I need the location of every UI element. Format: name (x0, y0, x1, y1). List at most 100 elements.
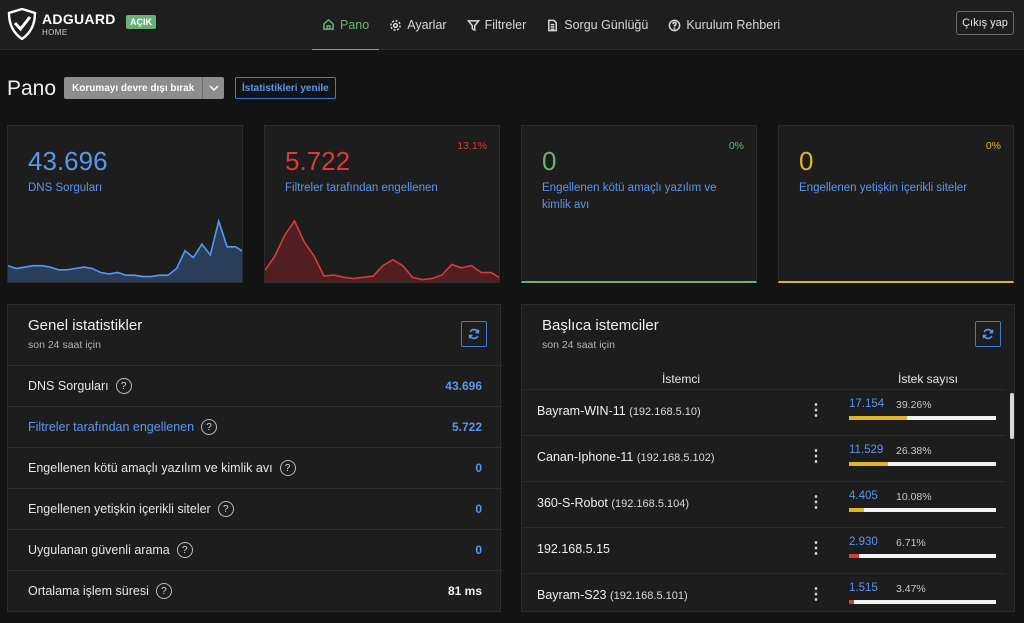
more-options-icon[interactable]: ⋮ (808, 540, 824, 558)
help-icon[interactable]: ? (176, 542, 193, 558)
client-name-text: Bayram-S23 (537, 588, 607, 602)
top-clients-subtitle: son 24 saat için (542, 339, 615, 351)
malware-blocked-card: 0 Engellenen kötü amaçlı yazılım ve kiml… (521, 125, 757, 283)
status-badge: AÇIK (126, 15, 156, 29)
help-icon[interactable]: ? (217, 501, 234, 517)
table-scrollbar[interactable] (1010, 393, 1014, 439)
nav-pano[interactable]: Pano (312, 0, 380, 50)
client-ip: (192.168.5.10) (629, 406, 701, 418)
request-count[interactable]: 4.405 (849, 490, 878, 502)
stat-row-label: Uygulanan güvenli arama (28, 543, 170, 557)
table-row[interactable]: 360-S-Robot (192.168.5.104) ⋮ 4.405 10.0… (522, 481, 1006, 527)
nav-kurulum-rehberi-label: Kurulum Rehberi (686, 18, 781, 32)
stat-row-value[interactable]: 43.696 (445, 379, 482, 393)
top-clients-panel: Başlıca istemciler son 24 saat için İste… (521, 304, 1015, 612)
top-clients-refresh-button[interactable] (975, 321, 1001, 347)
general-stats-title: Genel istatistikler (28, 317, 143, 334)
client-ip: (192.168.5.102) (636, 452, 715, 464)
protection-button-group: Korumayı devre dışı bırak (64, 77, 225, 99)
more-options-icon[interactable]: ⋮ (808, 402, 824, 420)
table-row[interactable]: Bayram-WIN-11 (192.168.5.10) ⋮ 17.154 39… (522, 389, 1006, 435)
nav-filtreler-label: Filtreler (484, 18, 527, 32)
help-icon[interactable]: ? (279, 460, 296, 476)
stat-row-avg-processing: Ortalama işlem süresi ? 81 ms (8, 570, 502, 611)
stat-row-malware: Engellenen kötü amaçlı yazılım ve kimlik… (8, 447, 502, 488)
chevron-down-icon (209, 85, 219, 91)
request-count[interactable]: 2.930 (849, 536, 878, 548)
client-name[interactable]: Bayram-S23 (192.168.5.101) (537, 588, 688, 602)
dns-queries-card: 43.696 DNS Sorguları (7, 125, 243, 283)
malware-percent: 0% (728, 140, 744, 152)
refresh-stats-button[interactable]: İstatistikleri yenile (235, 77, 336, 99)
nav-filtreler[interactable]: Filtreler (457, 0, 537, 50)
request-share-fill (849, 462, 888, 466)
client-ip: (192.168.5.104) (611, 498, 690, 510)
request-share-fill (849, 416, 907, 420)
nav-sorgu-gunlugu-label: Sorgu Günlüğü (564, 18, 649, 32)
column-header-client[interactable]: İstemci (662, 372, 700, 386)
disable-protection-button[interactable]: Korumayı devre dışı bırak (64, 77, 203, 99)
blocked-sparkline-area (265, 221, 499, 282)
logout-button[interactable]: Çıkış yap (956, 11, 1014, 35)
refresh-icon (468, 328, 480, 340)
client-name[interactable]: 192.168.5.15 (537, 542, 610, 556)
more-options-icon[interactable]: ⋮ (808, 448, 824, 466)
nav-ayarlar-label: Ayarlar (407, 18, 447, 32)
more-options-icon[interactable]: ⋮ (808, 586, 824, 604)
stat-row-blocked-filters: Filtreler tarafından engellenen ? 5.722 (8, 406, 502, 447)
request-count[interactable]: 11.529 (849, 444, 883, 456)
client-name[interactable]: Bayram-WIN-11 (192.168.5.10) (537, 404, 701, 418)
client-name-text: Bayram-WIN-11 (537, 404, 626, 418)
malware-value: 0 (542, 146, 557, 176)
top-header: ADGUARD HOME AÇIK Pano Ayarlar Filtreler… (0, 0, 1024, 50)
column-header-requests[interactable]: İstek sayısı (898, 372, 958, 386)
top-clients-title: Başlıca istemciler (542, 317, 659, 334)
main-nav: Pano Ayarlar Filtreler Sorgu Günlüğü Kur… (312, 0, 790, 50)
malware-label: Engellenen kötü amaçlı yazılım ve kimlik… (542, 182, 717, 211)
nav-ayarlar[interactable]: Ayarlar (379, 0, 456, 50)
client-name-text: 360-S-Robot (537, 496, 608, 510)
general-stats-refresh-button[interactable] (461, 321, 487, 347)
protection-dropdown-toggle[interactable] (202, 77, 225, 99)
help-icon[interactable]: ? (201, 419, 218, 435)
brand-name: ADGUARD (42, 11, 116, 27)
stat-row-label: Engellenen kötü amaçlı yazılım ve kimlik… (28, 461, 273, 475)
request-share-bar (849, 600, 996, 604)
request-percent: 39.26% (896, 399, 932, 411)
client-name[interactable]: 360-S-Robot (192.168.5.104) (537, 496, 689, 510)
stat-row-value[interactable]: 0 (475, 543, 482, 557)
nav-kurulum-rehberi[interactable]: Kurulum Rehberi (658, 0, 790, 50)
stat-row-label[interactable]: Filtreler tarafından engellenen (28, 420, 194, 434)
stat-row-value: 81 ms (447, 584, 482, 598)
adult-percent: 0% (985, 140, 1001, 152)
stat-row-value[interactable]: 0 (475, 461, 482, 475)
stat-row-value[interactable]: 5.722 (452, 420, 482, 434)
table-row[interactable]: Bayram-S23 (192.168.5.101) ⋮ 1.515 3.47% (522, 573, 1006, 611)
filter-icon (466, 19, 480, 31)
page-title: Pano (7, 77, 57, 100)
table-row[interactable]: Canan-Iphone-11 (192.168.5.102) ⋮ 11.529… (522, 435, 1006, 481)
blocked-by-filters-card: 5.722 Filtreler tarafından engellenen 13… (264, 125, 500, 283)
blocked-label: Filtreler tarafından engellenen (285, 182, 438, 194)
request-percent: 10.08% (896, 491, 932, 503)
request-share-fill (849, 600, 855, 604)
adguard-shield-logo[interactable] (7, 8, 37, 40)
more-options-icon[interactable]: ⋮ (808, 494, 824, 512)
client-name-text: 192.168.5.15 (537, 542, 610, 556)
dns-queries-label: DNS Sorguları (28, 182, 103, 194)
help-icon[interactable]: ? (115, 378, 132, 394)
blocked-value: 5.722 (285, 146, 351, 176)
help-icon[interactable]: ? (155, 583, 172, 599)
adult-label: Engellenen yetişkin içerikli siteler (799, 182, 968, 194)
request-count[interactable]: 17.154 (849, 398, 884, 410)
request-percent: 26.38% (896, 445, 932, 457)
table-row[interactable]: 192.168.5.15 ⋮ 2.930 6.71% (522, 527, 1006, 573)
request-share-bar (849, 554, 996, 558)
request-count[interactable]: 1.515 (849, 582, 878, 594)
client-name[interactable]: Canan-Iphone-11 (192.168.5.102) (537, 450, 715, 464)
stat-row-value[interactable]: 0 (475, 502, 482, 516)
request-share-fill (849, 554, 859, 558)
request-percent: 3.47% (896, 583, 926, 595)
brand-subtitle: HOME (42, 28, 68, 37)
nav-sorgu-gunlugu[interactable]: Sorgu Günlüğü (536, 0, 658, 50)
